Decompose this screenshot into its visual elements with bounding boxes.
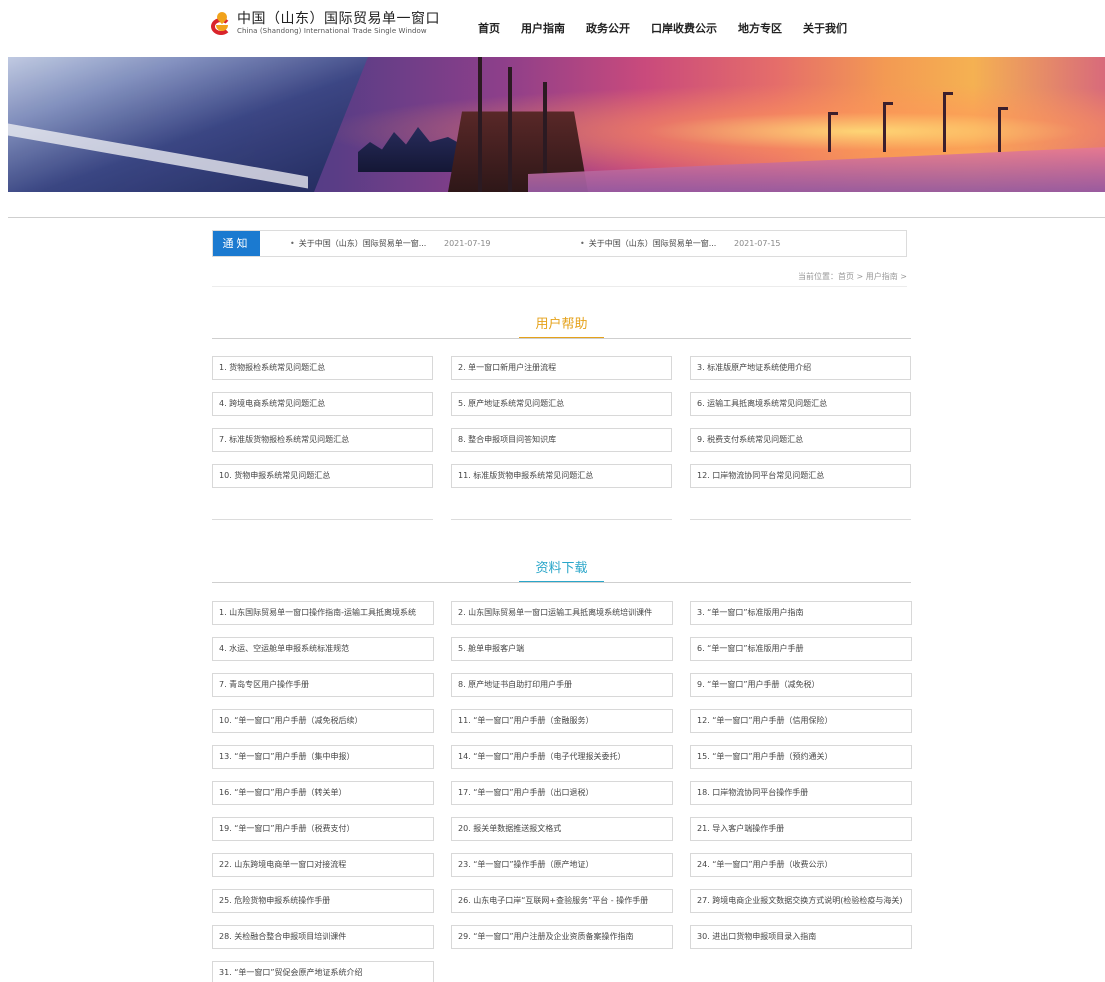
divider xyxy=(212,286,907,287)
download-list-item[interactable]: 31. “单一窗口”贸促会原产地证系统介绍 xyxy=(212,961,434,982)
logo-icon xyxy=(210,9,232,36)
download-list-item[interactable]: 27. 跨境电商企业报文数据交换方式说明(检验检疫与海关) xyxy=(690,889,912,913)
help-list-item[interactable]: 4. 跨境电商系统常见问题汇总 xyxy=(212,392,433,416)
download-list-item[interactable]: 21. 导入客户端操作手册 xyxy=(690,817,912,841)
site-logo[interactable]: 中国（山东）国际贸易单一窗口 China (Shandong) Internat… xyxy=(210,9,440,36)
download-list-item[interactable]: 10. “单一窗口”用户手册（减免税后续） xyxy=(212,709,434,733)
help-list-item[interactable]: 10. 货物申报系统常见问题汇总 xyxy=(212,464,433,488)
notice-link[interactable]: • 关于中国（山东）国际贸易单一窗... xyxy=(290,231,426,256)
help-list-item[interactable]: 5. 原产地证系统常见问题汇总 xyxy=(451,392,672,416)
download-list-item[interactable]: 28. 关检融合整合申报项目培训课件 xyxy=(212,925,434,949)
logo-title: 中国（山东）国际贸易单一窗口 xyxy=(237,11,440,27)
download-list-item[interactable]: 12. “单一窗口”用户手册（信用保险） xyxy=(690,709,912,733)
download-list-item[interactable]: 3. “单一窗口”标准版用户指南 xyxy=(690,601,912,625)
download-list-item[interactable]: 14. “单一窗口”用户手册（电子代理报关委托） xyxy=(451,745,673,769)
nav-about[interactable]: 关于我们 xyxy=(803,20,847,36)
main-nav: 首页 用户指南 政务公开 口岸收费公示 地方专区 关于我们 xyxy=(478,20,868,36)
notice-label: 通知 xyxy=(213,231,260,256)
divider xyxy=(690,519,911,520)
help-list-item[interactable]: 3. 标准版原产地证系统使用介绍 xyxy=(690,356,911,380)
download-list-item[interactable]: 6. “单一窗口”标准版用户手册 xyxy=(690,637,912,661)
download-list-item[interactable]: 18. 口岸物流协同平台操作手册 xyxy=(690,781,912,805)
divider xyxy=(212,519,433,520)
nav-home[interactable]: 首页 xyxy=(478,20,500,36)
help-list-item[interactable]: 6. 运输工具抵离境系统常见问题汇总 xyxy=(690,392,911,416)
notice-date: 2021-07-19 xyxy=(444,239,491,248)
help-list-item[interactable]: 8. 整合申报项目问答知识库 xyxy=(451,428,672,452)
download-list-item[interactable]: 16. “单一窗口”用户手册（转关单） xyxy=(212,781,434,805)
download-list-item[interactable]: 17. “单一窗口”用户手册（出口退税） xyxy=(451,781,673,805)
download-list-item[interactable]: 30. 进出口货物申报项目录入指南 xyxy=(690,925,912,949)
help-list-item[interactable]: 9. 税费支付系统常见问题汇总 xyxy=(690,428,911,452)
divider xyxy=(8,217,1105,218)
nav-user-guide[interactable]: 用户指南 xyxy=(521,20,565,36)
help-list-item[interactable]: 2. 单一窗口新用户注册流程 xyxy=(451,356,672,380)
download-list-item[interactable]: 29. “单一窗口”用户注册及企业资质备案操作指南 xyxy=(451,925,673,949)
help-list-item[interactable]: 12. 口岸物流协同平台常见问题汇总 xyxy=(690,464,911,488)
help-list-item[interactable]: 11. 标准版货物申报系统常见问题汇总 xyxy=(451,464,672,488)
notice-link[interactable]: • 关于中国（山东）国际贸易单一窗... xyxy=(580,231,716,256)
download-list-item[interactable]: 19. “单一窗口”用户手册（税费支付） xyxy=(212,817,434,841)
nav-gov-affairs[interactable]: 政务公开 xyxy=(586,20,630,36)
notice-bar: 通知 • 关于中国（山东）国际贸易单一窗... 2021-07-19 • 关于中国（… xyxy=(212,230,907,257)
download-list-item[interactable]: 1. 山东国际贸易单一窗口操作指南-运输工具抵离境系统 xyxy=(212,601,434,625)
download-list-item[interactable]: 4. 水运、空运舱单申报系统标准规范 xyxy=(212,637,434,661)
download-list-item[interactable]: 24. “单一窗口”用户手册（收费公示） xyxy=(690,853,912,877)
header: 中国（山东）国际贸易单一窗口 China (Shandong) Internat… xyxy=(0,0,1105,56)
download-list-item[interactable]: 22. 山东跨境电商单一窗口对接流程 xyxy=(212,853,434,877)
hero-banner-image xyxy=(8,57,1105,192)
download-list-item[interactable]: 13. “单一窗口”用户手册（集中申报） xyxy=(212,745,434,769)
notice-date: 2021-07-15 xyxy=(734,239,781,248)
download-list-item[interactable]: 23. “单一窗口”操作手册（原产地证） xyxy=(451,853,673,877)
section-divider xyxy=(212,582,911,583)
download-list-item[interactable]: 2. 山东国际贸易单一窗口运输工具抵离境系统培训课件 xyxy=(451,601,673,625)
section-title-help: 用户帮助 xyxy=(212,313,911,339)
download-list-item[interactable]: 9. “单一窗口”用户手册（减免税） xyxy=(690,673,912,697)
download-list-item[interactable]: 15. “单一窗口”用户手册（预约通关） xyxy=(690,745,912,769)
nav-port-fees[interactable]: 口岸收费公示 xyxy=(651,20,717,36)
nav-local-zone[interactable]: 地方专区 xyxy=(738,20,782,36)
section-divider xyxy=(212,338,911,339)
download-list-item[interactable]: 5. 舱单申报客户端 xyxy=(451,637,673,661)
download-list-item[interactable]: 11. “单一窗口”用户手册（金融服务） xyxy=(451,709,673,733)
download-list-item[interactable]: 8. 原产地证书自助打印用户手册 xyxy=(451,673,673,697)
divider xyxy=(451,519,672,520)
download-list-item[interactable]: 20. 报关单数据推送报文格式 xyxy=(451,817,673,841)
help-list-item[interactable]: 1. 货物报检系统常见问题汇总 xyxy=(212,356,433,380)
download-list-item[interactable]: 26. 山东电子口岸“互联网+查验服务”平台 - 操作手册 xyxy=(451,889,673,913)
section-title-download: 资料下载 xyxy=(212,557,911,583)
breadcrumb: 当前位置：首页 > 用户指南 > xyxy=(797,272,907,281)
download-list-item[interactable]: 25. 危险货物申报系统操作手册 xyxy=(212,889,434,913)
download-list-item[interactable]: 7. 青岛专区用户操作手册 xyxy=(212,673,434,697)
help-list-item[interactable]: 7. 标准版货物报检系统常见问题汇总 xyxy=(212,428,433,452)
logo-subtitle: China (Shandong) International Trade Sin… xyxy=(237,27,427,35)
